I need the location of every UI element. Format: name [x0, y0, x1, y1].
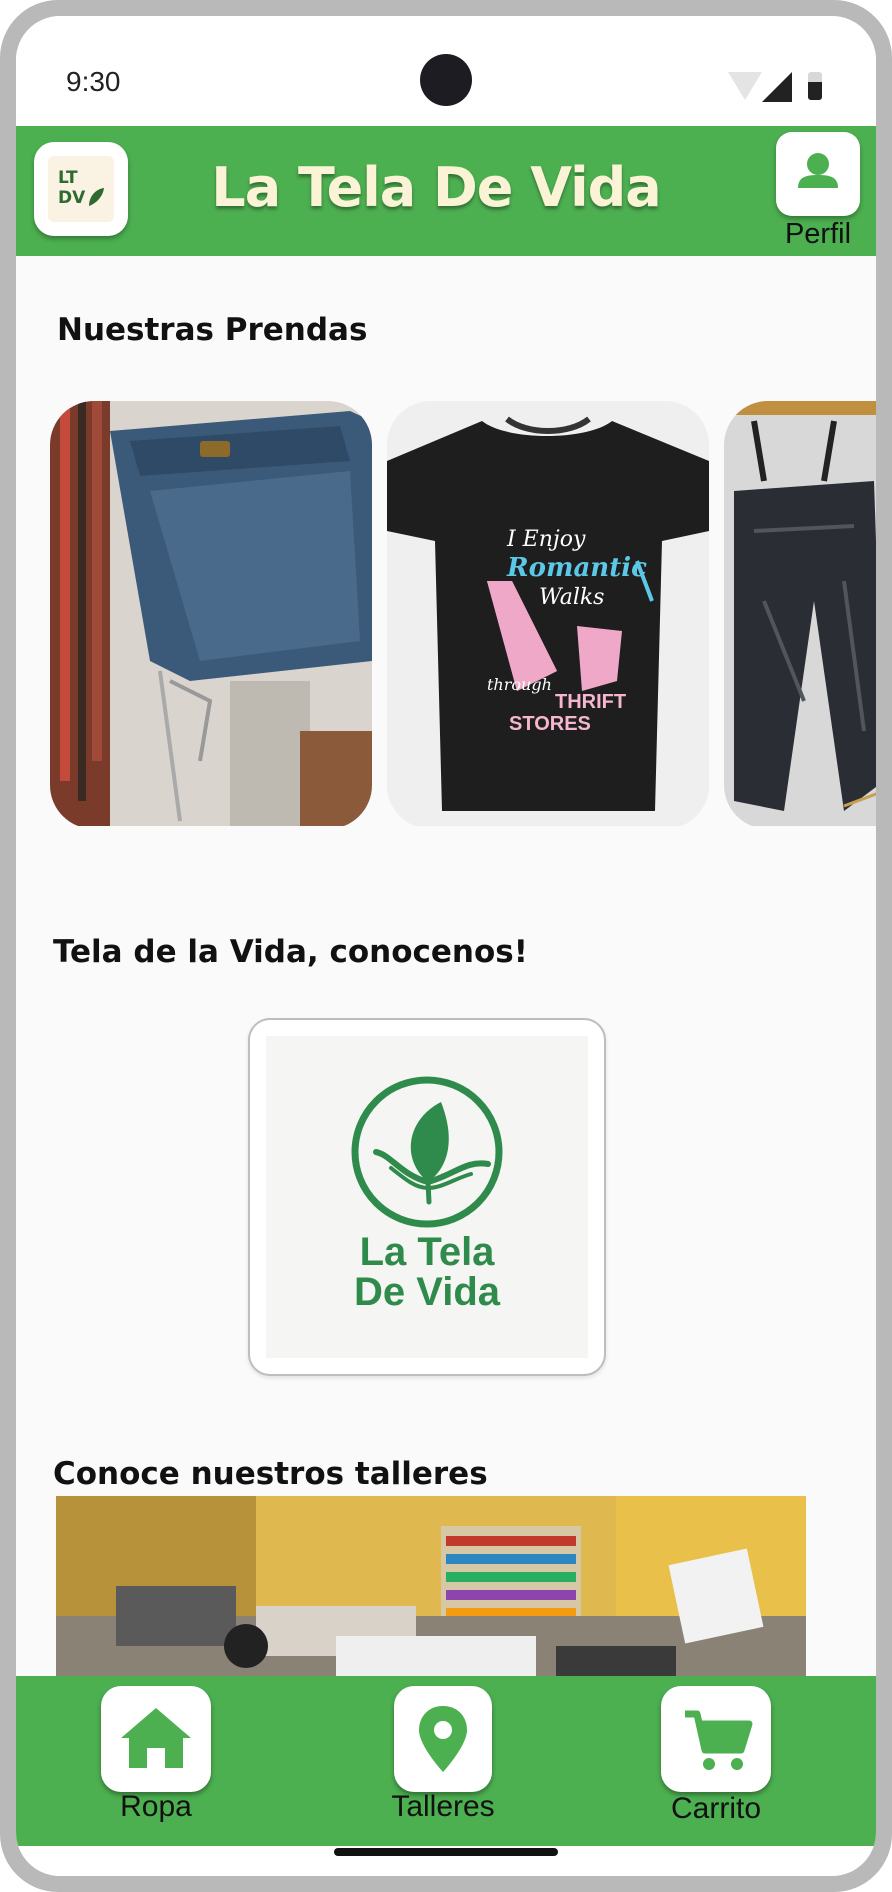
leaf-logo-icon	[351, 1076, 503, 1228]
section-title-about: Tela de la Vida, conocenos!	[53, 934, 528, 970]
phone-frame: 9:30 LT DV La Tela De Vida Perfil Nuestr…	[0, 0, 892, 1892]
brand-name-line-2: De Vida	[354, 1270, 500, 1314]
nav-carrito-button[interactable]	[661, 1686, 771, 1792]
status-bar: 9:30	[16, 16, 876, 126]
product-card-skirt[interactable]	[50, 401, 372, 826]
product-card-tshirt[interactable]: I Enjoy Romantic Walks through THRIFT ST…	[387, 401, 709, 826]
about-logo-card[interactable]: La Tela De Vida	[248, 1018, 606, 1376]
app-screen: 9:30 LT DV La Tela De Vida Perfil Nuestr…	[16, 16, 876, 1876]
tshirt-print-line-1: I Enjoy	[507, 527, 586, 552]
battery-icon	[808, 72, 822, 100]
bottom-navigation: Ropa Talleres Carrito	[16, 1676, 876, 1846]
status-time: 9:30	[66, 66, 121, 97]
user-icon	[798, 153, 838, 188]
section-title-prendas: Nuestras Prendas	[57, 312, 368, 348]
cart-icon	[685, 1710, 753, 1770]
tshirt-print-line-5: THRIFT	[555, 691, 627, 713]
leaf-icon	[89, 188, 104, 206]
signal-icon	[762, 72, 792, 102]
overalls-image	[724, 401, 876, 826]
products-carousel[interactable]: I Enjoy Romantic Walks through THRIFT ST…	[16, 386, 876, 826]
brand-name: La Tela De Vida	[266, 1232, 588, 1312]
nav-ropa-label: Ropa	[120, 1790, 192, 1823]
tshirt-print-line-3: Walks	[539, 585, 605, 610]
nav-ropa-button[interactable]	[101, 1686, 211, 1792]
home-icon	[121, 1708, 191, 1768]
home-indicator[interactable]	[334, 1848, 558, 1856]
tshirt-print-line-4: through	[487, 675, 552, 694]
tshirt-image	[387, 401, 709, 826]
product-card-overalls[interactable]	[724, 401, 876, 826]
tshirt-print-line-2: Romantic	[507, 553, 647, 583]
nav-carrito-label: Carrito	[670, 1792, 761, 1825]
workshop-photo-art	[56, 1496, 806, 1696]
tshirt-print-line-6: STORES	[509, 713, 591, 735]
logo-button[interactable]: LT DV	[34, 142, 128, 236]
map-pin-icon	[419, 1706, 467, 1772]
section-title-talleres: Conoce nuestros talleres	[53, 1456, 488, 1492]
logo-image: LT DV	[48, 156, 114, 222]
workshop-image[interactable]	[56, 1496, 806, 1696]
brand-logo: La Tela De Vida	[266, 1036, 588, 1358]
app-title: La Tela De Vida	[211, 156, 661, 219]
wifi-icon	[728, 72, 762, 100]
profile-button[interactable]	[776, 132, 860, 216]
app-header: LT DV La Tela De Vida Perfil	[16, 126, 876, 256]
skirt-image	[50, 401, 372, 826]
nav-talleres-button[interactable]	[394, 1686, 492, 1792]
brand-name-line-1: La Tela	[359, 1230, 495, 1274]
profile-label: Perfil	[784, 218, 852, 250]
nav-talleres-label: Talleres	[391, 1790, 495, 1823]
camera-cutout	[420, 54, 472, 106]
